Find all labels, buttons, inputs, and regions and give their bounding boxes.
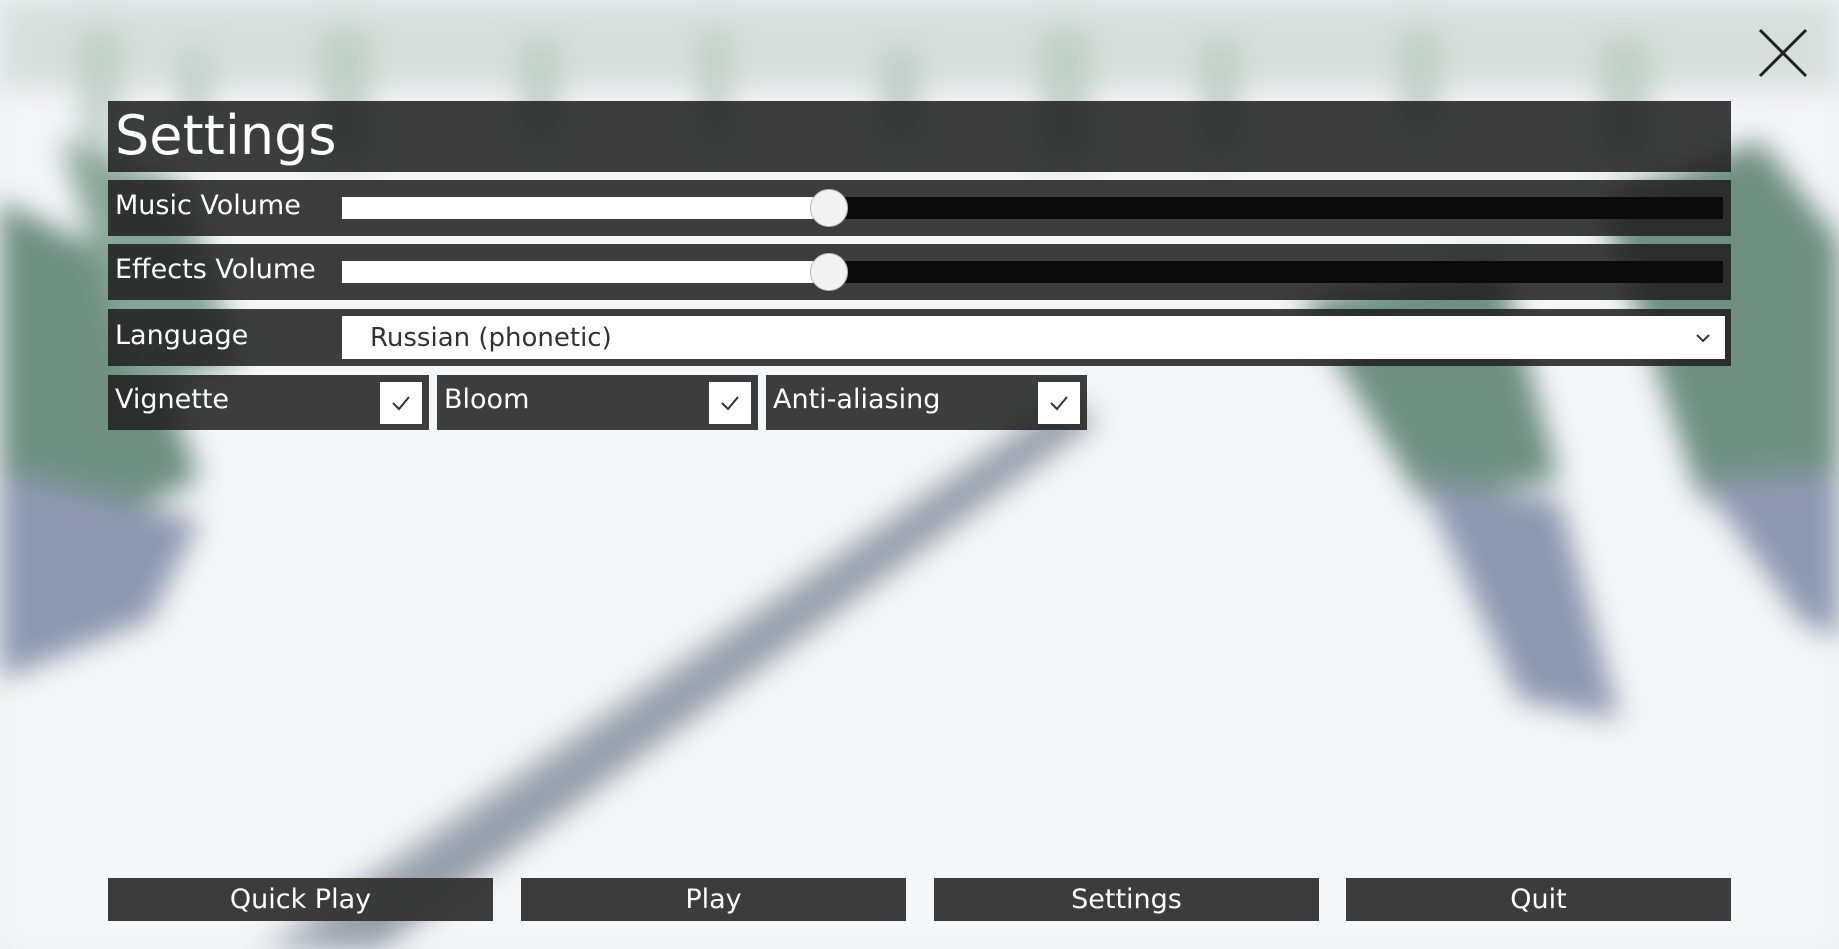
bloom-checkbox[interactable] [709,382,751,424]
vignette-toggle-row: Vignette [108,375,429,430]
anti-aliasing-checkbox[interactable] [1038,382,1080,424]
checkmark-icon [392,396,410,411]
music-volume-row: Music Volume [108,180,1731,236]
checkmark-icon [721,396,739,411]
effects-volume-row: Effects Volume [108,244,1731,300]
checkmark-icon [1050,396,1068,411]
effects-volume-thumb[interactable] [810,253,849,291]
quit-button[interactable]: Quit [1346,878,1731,921]
close-button[interactable] [1756,26,1810,80]
effects-volume-slider[interactable] [342,253,1723,291]
language-select-value: Russian (phonetic) [370,323,612,353]
language-label: Language [115,320,249,351]
page-title: Settings [115,104,337,167]
anti-aliasing-toggle-row: Anti-aliasing [766,375,1087,430]
settings-button[interactable]: Settings [934,878,1319,921]
vignette-checkbox[interactable] [380,382,422,424]
close-icon [1758,28,1808,78]
effects-volume-label: Effects Volume [115,254,316,285]
effects-volume-fill [342,261,830,283]
language-select[interactable]: Russian (phonetic) [342,316,1725,359]
quick-play-button[interactable]: Quick Play [108,878,493,921]
play-button[interactable]: Play [521,878,906,921]
language-row: Language Russian (phonetic) [108,309,1731,366]
music-volume-fill [342,197,830,219]
settings-title-bar: Settings [108,101,1731,172]
music-volume-label: Music Volume [115,190,301,221]
music-volume-slider[interactable] [342,189,1723,227]
music-volume-thumb[interactable] [810,189,849,227]
bloom-toggle-row: Bloom [437,375,758,430]
chevron-down-icon [1696,334,1710,343]
vignette-label: Vignette [115,384,230,415]
bloom-label: Bloom [444,384,530,415]
anti-aliasing-label: Anti-aliasing [773,384,941,415]
